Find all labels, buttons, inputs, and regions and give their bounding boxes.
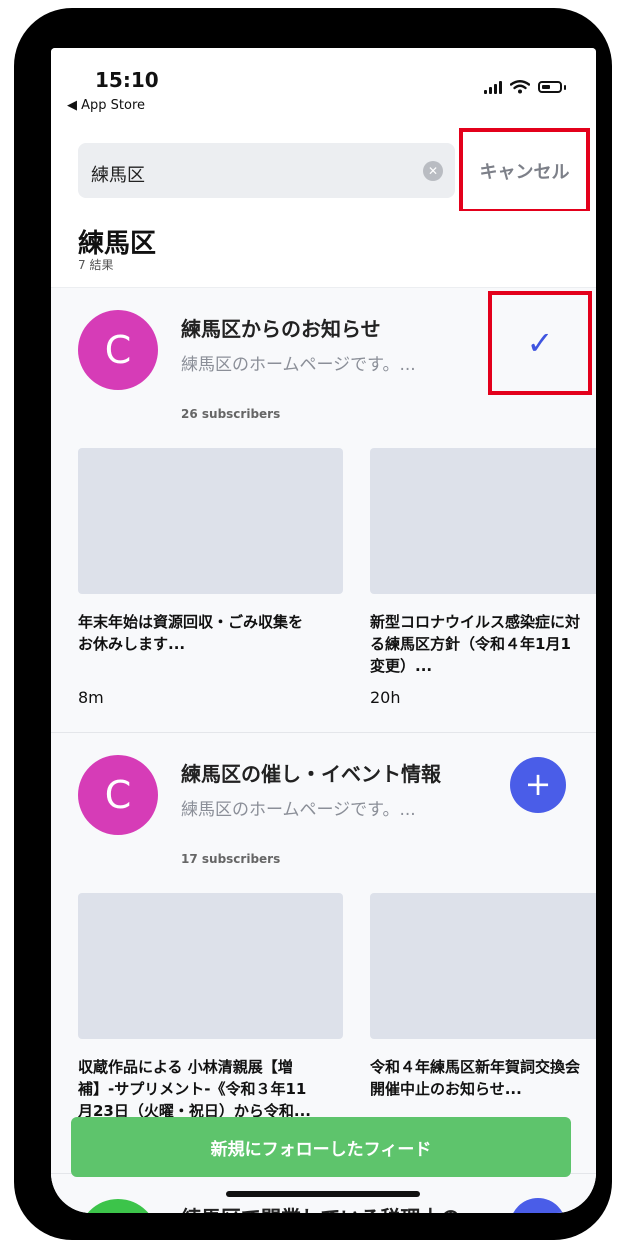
follow-add-button[interactable]: + <box>510 757 566 813</box>
post-title: 新型コロナウイルス感染症に対 る練馬区方針（令和４年1月1 変更）... <box>370 613 581 675</box>
home-indicator <box>226 1191 420 1197</box>
post-thumbnail <box>370 893 596 1039</box>
post-time: 8m <box>78 688 104 707</box>
search-input[interactable]: 練馬区 ✕ <box>78 143 455 198</box>
subscriber-count: 17 subscribers <box>181 852 281 866</box>
channel-description: 練馬区のホームページです。... <box>181 355 416 375</box>
post-card[interactable]: 年末年始は資源回収・ごみ収集を お休みします... 8m <box>78 448 343 707</box>
status-time: 15:10 <box>95 68 159 92</box>
subscriber-count: 26 subscribers <box>181 407 281 421</box>
channel-description: 練馬区のホームページです。... <box>181 800 416 820</box>
channel-avatar: C <box>78 310 158 390</box>
post-title: 年末年始は資源回収・ごみ収集を お休みします... <box>78 613 304 653</box>
post-thumbnail <box>78 893 343 1039</box>
post-thumbnail <box>370 448 596 594</box>
status-bar: 15:10 ◀ App Store <box>51 48 596 123</box>
channel-avatar: C <box>78 755 158 835</box>
status-icons <box>484 80 566 94</box>
post-card[interactable]: 令和４年練馬区新年賀詞交換会 開催中止のお知らせ... <box>370 893 596 1100</box>
results-header: 練馬区 7 結果 <box>51 211 596 288</box>
post-title: 令和４年練馬区新年賀詞交換会 開催中止のお知らせ... <box>370 1058 581 1098</box>
post-card[interactable]: 収蔵作品による 小林清親展【増 補】-サプリメント-《令和３年11 月23日（火… <box>78 893 343 1122</box>
post-time: 20h <box>370 688 401 707</box>
channel-item[interactable]: C 練馬区からのお知らせ 練馬区のホームページです。... 26 subscri… <box>51 288 596 731</box>
followed-check-button[interactable]: ✓ <box>488 291 592 395</box>
search-query: 練馬区 <box>91 165 145 186</box>
post-title: 収蔵作品による 小林清親展【増 補】-サプリメント-《令和３年11 月23日（火… <box>78 1058 311 1120</box>
app-screen: 15:10 ◀ App Store 練馬区 ✕ キャンセル 練馬区 7 結果 C… <box>51 48 596 1213</box>
back-to-app-store-link[interactable]: ◀ App Store <box>67 98 145 113</box>
channel-title: 練馬区で開業している税理士の... <box>181 1202 483 1213</box>
wifi-icon <box>510 80 530 94</box>
channel-title: 練馬区の催し・イベント情報 <box>181 762 441 786</box>
results-title: 練馬区 <box>78 229 157 259</box>
follow-add-button[interactable] <box>510 1198 566 1213</box>
battery-tip <box>564 84 566 90</box>
post-thumbnail <box>78 448 343 594</box>
followed-feed-button[interactable]: 新規にフォローしたフィード <box>71 1117 571 1177</box>
cellular-signal-icon <box>484 80 502 94</box>
checkmark-icon: ✓ <box>526 324 554 362</box>
channel-item[interactable]: C 練馬区の催し・イベント情報 練馬区のホームページです。... 17 subs… <box>51 732 596 1176</box>
channel-title: 練馬区からのお知らせ <box>181 317 381 341</box>
channel-avatar <box>78 1199 158 1213</box>
results-count: 7 結果 <box>78 258 114 272</box>
battery-icon <box>538 81 562 93</box>
clear-search-icon[interactable]: ✕ <box>423 161 443 181</box>
cancel-button[interactable]: キャンセル <box>459 128 590 213</box>
post-card[interactable]: 新型コロナウイルス感染症に対 る練馬区方針（令和４年1月1 変更）... 20h <box>370 448 596 707</box>
plus-icon: + <box>524 765 552 803</box>
